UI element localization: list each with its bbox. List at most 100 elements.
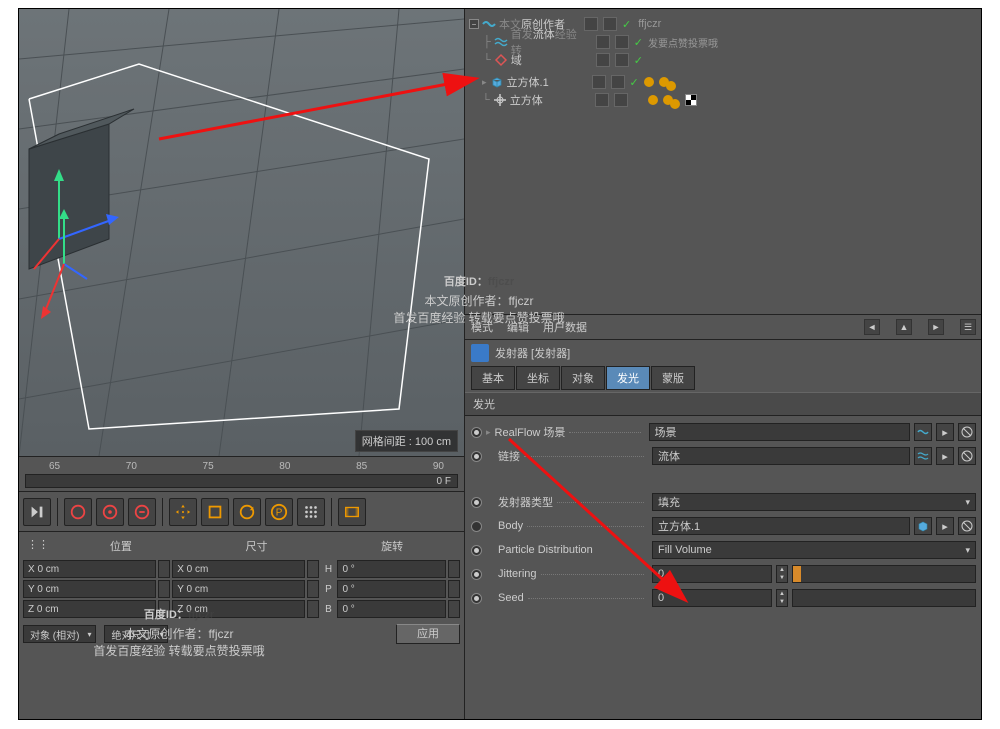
radio-icon[interactable] [471, 593, 482, 604]
main-toolbar: P [19, 491, 464, 531]
goto-icon[interactable]: ▸ [936, 423, 954, 441]
radio-icon[interactable] [471, 545, 482, 556]
spinner[interactable] [158, 600, 170, 618]
visibility-toggle[interactable] [592, 75, 606, 89]
goto-end-button[interactable] [23, 498, 51, 526]
timeline[interactable]: 657075808590 0 F [19, 456, 464, 491]
menu-userdata[interactable]: 用户数据 [543, 319, 587, 335]
goto-icon[interactable]: ▸ [936, 517, 954, 535]
size-z-input[interactable]: Z 0 cm [172, 600, 305, 618]
seed-slider[interactable] [792, 589, 976, 607]
picker-icon[interactable] [958, 447, 976, 465]
distribution-dropdown[interactable]: Fill Volume [652, 541, 976, 559]
goto-icon[interactable]: ▸ [936, 447, 954, 465]
link-field[interactable]: 流体 [652, 447, 910, 465]
pos-x-input[interactable]: X 0 cm [23, 560, 156, 578]
keyframe-button[interactable] [128, 498, 156, 526]
tree-item-cube1[interactable]: ▸ 立方体.1 ✓ [469, 73, 978, 91]
scale-tool-button[interactable] [201, 498, 229, 526]
visibility-toggle[interactable] [596, 53, 610, 67]
picker-icon[interactable] [958, 517, 976, 535]
apply-button[interactable]: 应用 [396, 624, 460, 644]
tree-item-cube[interactable]: └ 立方体 [469, 91, 978, 109]
tree-item-fluid-child[interactable]: ├ 首发流体经验 转 ✓ 发要点赞投票哦 [469, 33, 978, 51]
autokey-button[interactable] [96, 498, 124, 526]
jittering-input[interactable]: 0 [652, 565, 772, 583]
render-toggle[interactable] [614, 93, 628, 107]
render-toggle[interactable] [603, 17, 617, 31]
spinner[interactable] [158, 560, 170, 578]
jittering-slider[interactable] [792, 565, 976, 583]
spinner[interactable] [448, 560, 460, 578]
timeline-frame-display[interactable]: 0 F [25, 474, 458, 488]
pos-z-input[interactable]: Z 0 cm [23, 600, 156, 618]
move-tool-button[interactable] [169, 498, 197, 526]
coordinates-panel: ⋮⋮ 位置 尺寸 旋转 X 0 cm X 0 cm H 0 ° Y 0 cm Y… [19, 531, 464, 648]
tag-icon[interactable] [670, 99, 680, 109]
radio-icon[interactable] [471, 521, 482, 532]
menu-edit[interactable]: 编辑 [507, 319, 529, 335]
attribute-manager: 模式 编辑 用户数据 ◄ ▲ ► ☰ 发射器 [发射器] 基本 坐标 对象 发光… [464, 314, 982, 720]
nav-menu-button[interactable]: ☰ [960, 319, 976, 335]
render-toggle[interactable] [615, 35, 629, 49]
fluid-icon[interactable] [914, 423, 932, 441]
spinner[interactable]: ▲▼ [776, 565, 788, 583]
scene-link-field[interactable]: 场景 [649, 423, 910, 441]
radio-icon[interactable] [471, 569, 482, 580]
size-x-input[interactable]: X 0 cm [172, 560, 305, 578]
tab-mask[interactable]: 蒙版 [651, 366, 695, 390]
spinner[interactable] [448, 580, 460, 598]
seed-input[interactable]: 0 [652, 589, 772, 607]
emitter-type-dropdown[interactable]: 填充 [652, 493, 976, 511]
tab-coord[interactable]: 坐标 [516, 366, 560, 390]
spinner[interactable]: ▲▼ [776, 589, 788, 607]
spinner[interactable] [307, 560, 319, 578]
fluid2-icon[interactable] [914, 447, 932, 465]
position-button[interactable]: P [265, 498, 293, 526]
tag-icon[interactable] [666, 81, 676, 91]
rot-p-input[interactable]: 0 ° [337, 580, 446, 598]
render-toggle[interactable] [615, 53, 629, 67]
spinner[interactable] [307, 600, 319, 618]
object-manager[interactable]: − 本文原创作者 ✓ ffjczr ├ 首发流体经验 转 ✓ 发要点赞投票哦 └ [464, 9, 982, 314]
visibility-toggle[interactable] [596, 35, 610, 49]
coord-mode-dropdown[interactable]: 对象 (相对) [23, 625, 96, 643]
tree-line: └ [483, 54, 491, 66]
tag-icon[interactable] [644, 77, 654, 87]
viewport-3d[interactable]: 网格间距 : 100 cm [19, 9, 464, 456]
tab-basic[interactable]: 基本 [471, 366, 515, 390]
spinner[interactable] [448, 600, 460, 618]
radio-icon[interactable] [471, 451, 482, 462]
record-button[interactable] [64, 498, 92, 526]
nav-fwd-button[interactable]: ► [928, 319, 944, 335]
tree-item-domain[interactable]: └ 域 ✓ [469, 51, 978, 69]
picker-icon[interactable] [958, 423, 976, 441]
tab-emission[interactable]: 发光 [606, 366, 650, 390]
expand-icon[interactable]: − [469, 19, 479, 29]
grid-button[interactable] [297, 498, 325, 526]
render-toggle[interactable] [611, 75, 625, 89]
render-button[interactable] [338, 498, 366, 526]
visibility-toggle[interactable] [595, 93, 609, 107]
spinner[interactable] [307, 580, 319, 598]
rotate-tool-button[interactable] [233, 498, 261, 526]
tag-icon[interactable] [648, 95, 658, 105]
body-link-field[interactable]: 立方体.1 [652, 517, 910, 535]
cube-icon[interactable] [914, 517, 932, 535]
checker-tag-icon[interactable] [685, 94, 697, 106]
nav-up-button[interactable]: ▲ [896, 319, 912, 335]
rot-h-input[interactable]: 0 ° [337, 560, 446, 578]
spinner[interactable] [158, 580, 170, 598]
arrow-icon[interactable]: ▸ [486, 427, 491, 438]
check-icon: ✓ [622, 18, 631, 31]
nav-back-button[interactable]: ◄ [864, 319, 880, 335]
properties-list: ▸ RealFlow 场景 场景 ▸ 链接 流体 ▸ 发射器类型 填充 [465, 416, 982, 614]
menu-mode[interactable]: 模式 [471, 319, 493, 335]
tab-object[interactable]: 对象 [561, 366, 605, 390]
radio-icon[interactable] [471, 497, 482, 508]
size-y-input[interactable]: Y 0 cm [172, 580, 305, 598]
rot-b-input[interactable]: 0 ° [337, 600, 446, 618]
pos-y-input[interactable]: Y 0 cm [23, 580, 156, 598]
radio-icon[interactable] [471, 427, 482, 438]
size-mode-dropdown[interactable]: 绝对尺寸 [104, 625, 168, 643]
